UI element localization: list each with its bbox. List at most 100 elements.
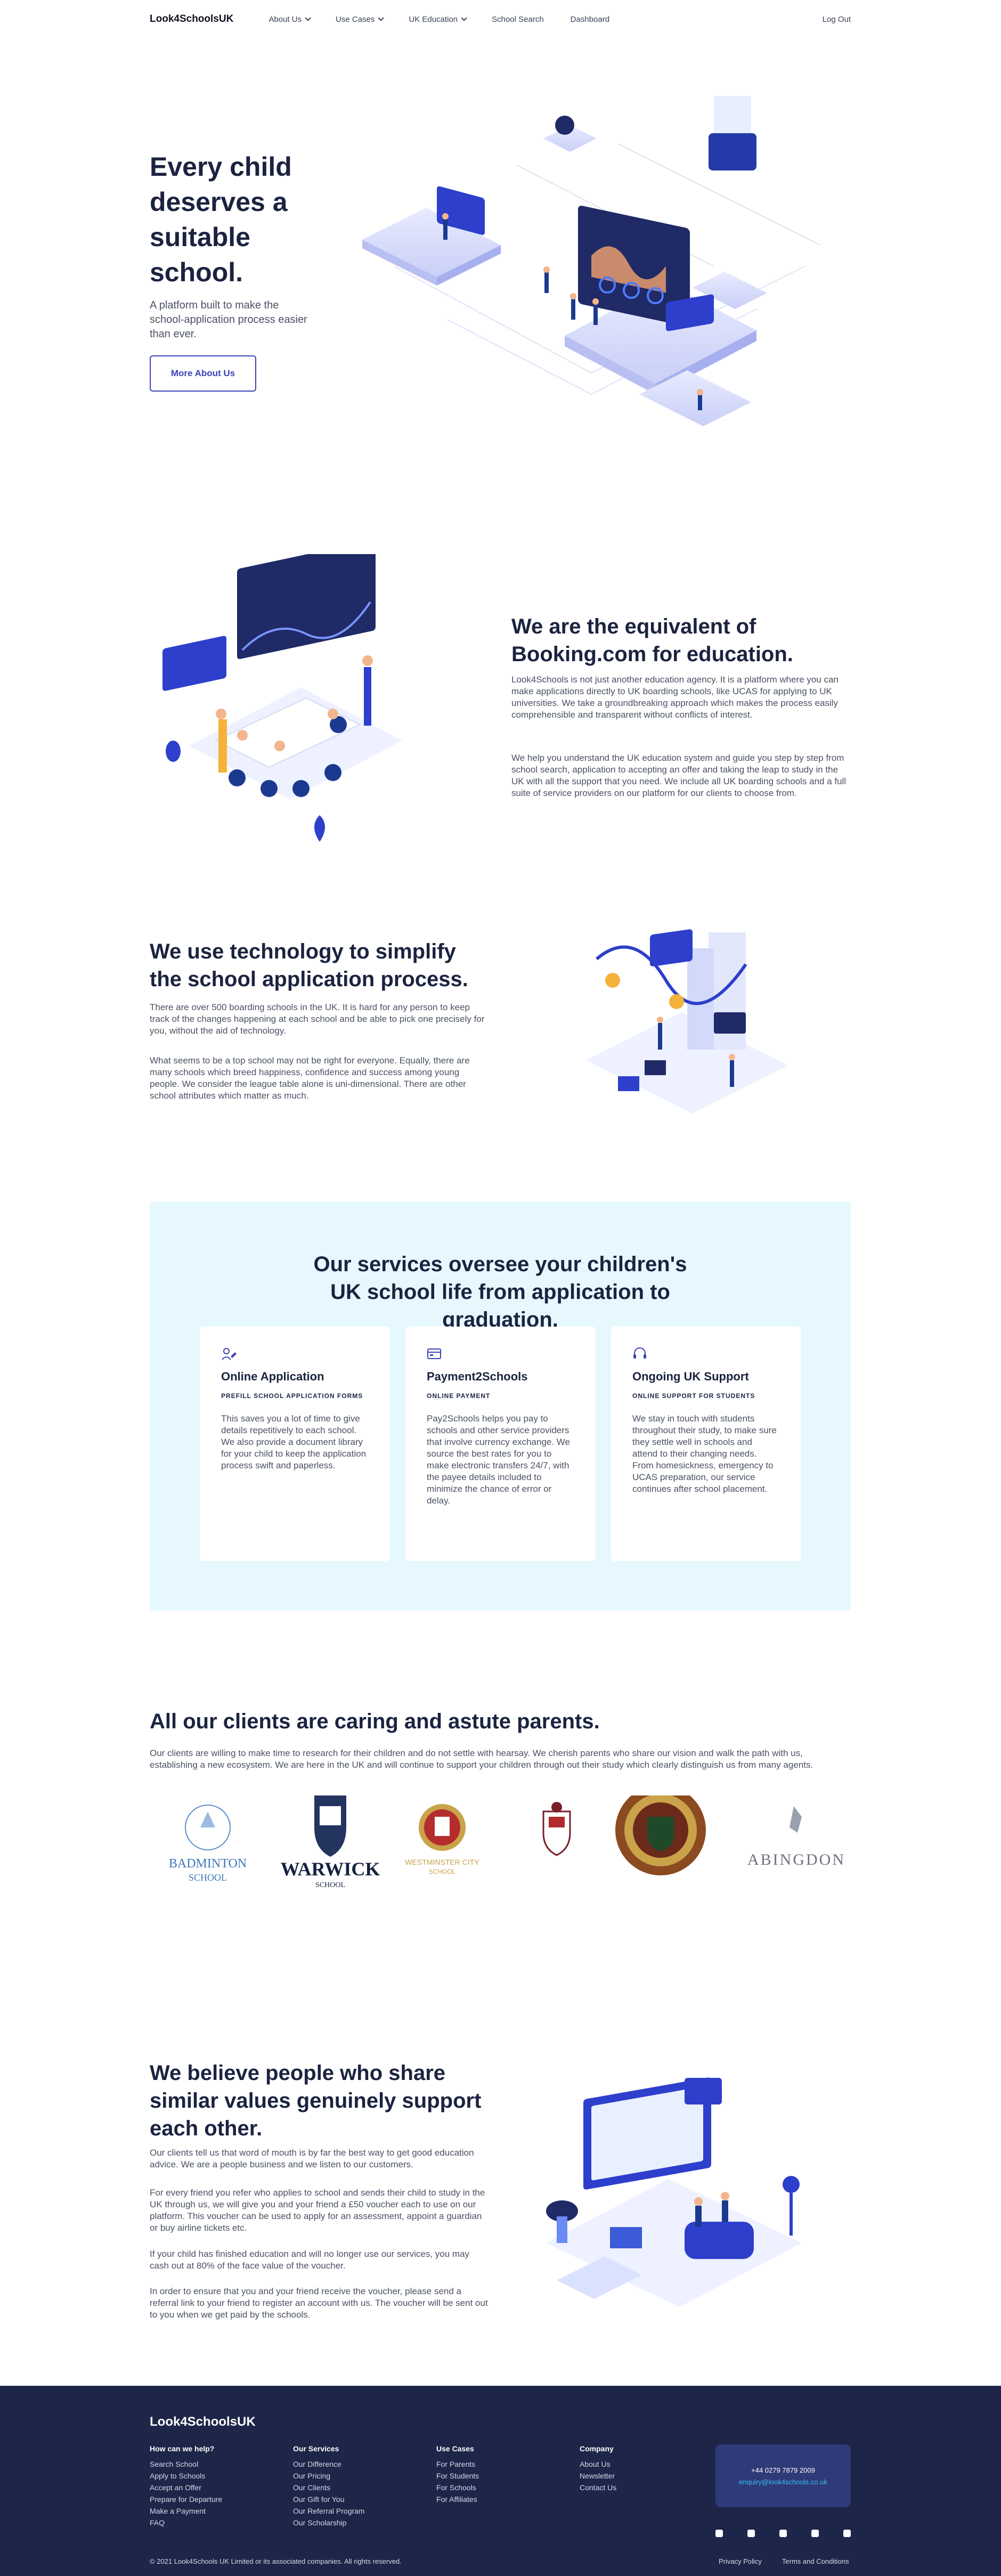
nav-use-cases[interactable]: Use Cases [336,15,385,24]
values-paragraph-2: For every friend you refer who applies t… [150,2188,485,2233]
footer-col-company: Company About Us Newsletter Contact Us [580,2444,616,2493]
twitter-icon[interactable] [843,2530,851,2537]
footer-logo[interactable]: Look4SchoolsUK [150,2415,256,2429]
footer-link[interactable]: Our Clients [293,2482,365,2493]
svg-text:WESTMINSTER CITY: WESTMINSTER CITY [405,1858,479,1866]
footer-link[interactable]: Contact Us [580,2482,616,2493]
service-card-kicker: PREFILL SCHOOL APPLICATION FORMS [221,1392,363,1400]
nav-uk-education-label: UK Education [409,14,458,24]
badminton-school-logo: BADMINTON SCHOOL [169,1805,247,1883]
facebook-icon[interactable] [715,2530,723,2537]
hero-illustration [362,96,821,426]
social-links [715,2530,851,2537]
technology-paragraph-1: There are over 500 boarding schools in t… [150,1002,485,1036]
values-paragraph-3: If your child has finished education and… [150,2249,470,2271]
top-nav: Look4SchoolsUK About Us Use Cases UK Edu… [0,0,1001,38]
footer-col-help: How can we help? Search School Apply to … [150,2444,222,2529]
footer-link[interactable]: For Students [436,2470,479,2482]
service-card-online-application: Online Application PREFILL SCHOOL APPLIC… [200,1327,389,1561]
footer-link[interactable]: Make a Payment [150,2505,222,2517]
footer-link[interactable]: Our Pricing [293,2470,365,2482]
svg-text:SCHOOL: SCHOOL [189,1872,227,1883]
footer-link[interactable]: About Us [580,2458,616,2470]
terms-link[interactable]: Terms and Conditions [782,2557,849,2565]
footer-link[interactable]: FAQ [150,2517,222,2529]
footer-link[interactable]: Our Difference [293,2458,365,2470]
footer-col-title: Use Cases [436,2444,474,2453]
nav-school-search[interactable]: School Search [492,15,544,24]
footer-link[interactable]: Apply to Schools [150,2470,222,2482]
service-card-kicker: ONLINE SUPPORT FOR STUDENTS [632,1392,755,1400]
values-paragraph-1: Our clients tell us that word of mouth i… [150,2148,474,2169]
chevron-down-icon [461,15,467,21]
service-card-title: Online Application [221,1370,324,1383]
footer: Look4SchoolsUK How can we help? Search S… [0,2386,1001,2576]
chevron-down-icon [378,15,385,21]
clients-title: All our clients are caring and astute pa… [150,1710,600,1733]
nav-uk-education[interactable]: UK Education [409,14,467,24]
school-logos: BADMINTON SCHOOL WARWICK SCHOOL WESTMINS… [169,1795,845,1889]
technology-title: We use technology to simplify the school… [150,940,468,991]
contact-email[interactable]: enquiry@look4schools.co.uk [715,2476,851,2488]
service-card-title: Ongoing UK Support [632,1370,749,1383]
footer-link[interactable]: For Schools [436,2482,479,2493]
footer-link[interactable]: Our Gift for You [293,2493,365,2505]
nav-dashboard[interactable]: Dashboard [571,15,609,24]
wallet-icon [427,1348,441,1359]
service-card-ongoing-support: Ongoing UK Support ONLINE SUPPORT FOR ST… [611,1327,801,1561]
more-about-us-button[interactable]: More About Us [150,355,256,392]
service-card-kicker: ONLINE PAYMENT [427,1392,491,1400]
footer-link[interactable]: For Parents [436,2458,479,2470]
abingdon-logo: ABINGDON [747,1806,845,1868]
wechat-icon[interactable] [779,2530,787,2537]
svg-text:WARWICK: WARWICK [281,1858,380,1880]
svg-text:ABINGDON: ABINGDON [747,1851,845,1868]
chevron-down-icon [305,15,311,21]
crest-logo [542,1802,571,1856]
pencil-user-icon [222,1348,237,1360]
youtube-icon[interactable] [811,2530,819,2537]
warwick-school-logo: WARWICK SCHOOL [281,1795,380,1889]
svg-text:SCHOOL: SCHOOL [315,1881,345,1889]
technology-paragraph-2: What seems to be a top school may not be… [150,1055,470,1101]
footer-link[interactable]: Newsletter [580,2470,616,2482]
hero-title: Every child deserves a suitable school. [150,152,292,287]
equivalent-paragraph-2: We help you understand the UK education … [511,753,847,798]
round-crest-logo [615,1795,706,1875]
footer-col-title: Our Services [293,2444,339,2453]
service-card-payment2schools: Payment2Schools ONLINE PAYMENT Pay2Schoo… [405,1327,595,1561]
service-card-title: Payment2Schools [427,1370,528,1383]
contact-box: +44 0279 7879 2009 enquiry@look4schools.… [715,2444,851,2507]
footer-col-services: Our Services Our Difference Our Pricing … [293,2444,365,2529]
footer-link[interactable]: Our Scholarship [293,2517,365,2529]
footer-link[interactable]: Accept an Offer [150,2482,222,2493]
westminster-city-school-logo: WESTMINSTER CITY SCHOOL [405,1804,479,1875]
footer-link[interactable]: Prepare for Departure [150,2493,222,2505]
services-section: Our services oversee your children's UK … [150,1201,851,1611]
logout-link[interactable]: Log Out [823,15,851,24]
legal-links: Privacy Policy Terms and Conditions [719,2557,849,2565]
site-logo[interactable]: Look4SchoolsUK [150,13,233,25]
footer-col-use-cases: Use Cases For Parents For Students For S… [436,2444,479,2505]
service-card-text: Pay2Schools helps you pay to schools and… [427,1413,570,1506]
footer-link[interactable]: Our Referral Program [293,2505,365,2517]
nav-about-us[interactable]: About Us [268,14,311,24]
hero-subtitle: A platform built to make the school-appl… [150,299,307,340]
team-meeting-illustration [162,554,402,842]
footer-link[interactable]: For Affiliates [436,2493,479,2505]
values-title: We believe people who share similar valu… [150,2061,482,2140]
svg-text:SCHOOL: SCHOOL [429,1868,456,1875]
instagram-icon[interactable] [747,2530,755,2537]
copyright: © 2021 Look4Schools UK Limited or its as… [150,2557,402,2565]
nav-about-us-label: About Us [268,14,302,24]
equivalent-paragraph-1: Look4Schools is not just another educati… [511,675,839,720]
support-headset-icon [633,1347,646,1359]
clients-text: Our clients are willing to make time to … [150,1748,813,1770]
contact-phone[interactable]: +44 0279 7879 2009 [715,2465,851,2476]
privacy-policy-link[interactable]: Privacy Policy [719,2557,762,2565]
technology-illustration [586,929,788,1114]
equivalent-title: We are the equivalent of Booking.com for… [511,615,793,666]
footer-link[interactable]: Search School [150,2458,222,2470]
service-card-text: We stay in touch with students throughou… [632,1413,777,1494]
footer-col-title: Company [580,2444,614,2453]
